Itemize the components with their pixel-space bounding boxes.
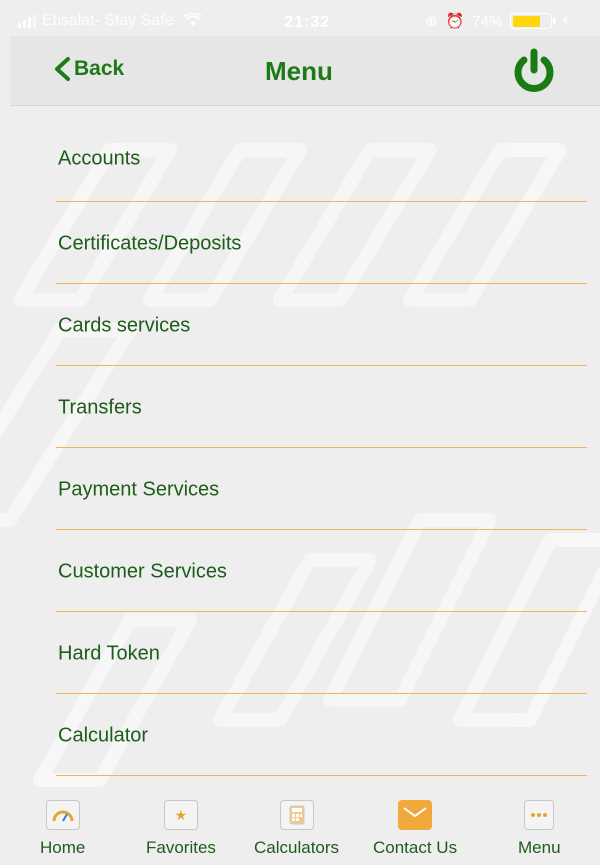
power-icon[interactable] — [510, 48, 558, 96]
battery-percent: 74% — [472, 12, 503, 30]
tab-home[interactable]: Home — [40, 800, 85, 858]
menu-item-label: Cards services — [58, 314, 191, 337]
menu-item-accounts[interactable]: Accounts — [10, 107, 600, 202]
menu-item-hard-token[interactable]: Hard Token — [10, 612, 600, 694]
more-dots-icon — [524, 800, 555, 830]
battery-level — [512, 15, 541, 27]
menu-item-certificates-deposits[interactable]: Certificates/Deposits — [10, 202, 600, 284]
menu-list: Accounts Certificates/Deposits Cards ser… — [10, 107, 600, 776]
menu-item-label: Calculator — [58, 724, 149, 747]
divider — [56, 775, 587, 776]
speedometer-icon — [45, 800, 80, 830]
menu-item-customer-services[interactable]: Customer Services — [10, 530, 600, 612]
menu-item-calculator[interactable]: Calculator — [10, 694, 600, 776]
menu-item-label: Accounts — [58, 147, 141, 170]
status-right: ⊕ ⏰ 74% ⚡ — [425, 12, 571, 31]
envelope-icon — [398, 800, 433, 830]
charging-icon: ⚡ — [560, 12, 571, 29]
tab-label: Menu — [518, 838, 561, 857]
menu-item-label: Payment Services — [58, 478, 220, 501]
back-label: Back — [74, 57, 125, 80]
tab-label: Home — [40, 838, 86, 857]
menu-item-label: Hard Token — [58, 642, 160, 665]
orientation-lock-icon: ⊕ — [425, 13, 438, 30]
menu-item-transfers[interactable]: Transfers — [10, 366, 600, 448]
menu-item-label: Certificates/Deposits — [58, 232, 242, 255]
tab-contact-us[interactable]: Contact Us — [373, 800, 457, 858]
status-time: 21:32 — [284, 12, 330, 31]
nav-header: Back Menu — [10, 36, 600, 106]
tab-menu[interactable]: Menu — [518, 800, 561, 858]
calculator-icon — [279, 800, 314, 830]
menu-item-label: Customer Services — [58, 560, 227, 583]
status-bar: Etisalat- Stay Safe 21:32 ⊕ ⏰ 74% ⚡ — [0, 0, 600, 44]
back-button[interactable]: Back — [52, 56, 124, 82]
wifi-icon — [183, 11, 202, 30]
tab-label: Favorites — [146, 838, 216, 857]
battery-icon — [510, 13, 557, 29]
chevron-left-icon — [55, 57, 70, 81]
tab-favorites[interactable]: ★ Favorites — [146, 800, 216, 858]
tab-bar: Home ★ Favorites Calculators Contact Us … — [10, 800, 600, 865]
menu-item-label: Transfers — [58, 396, 142, 419]
menu-item-cards-services[interactable]: Cards services — [10, 284, 600, 366]
menu-item-payment-services[interactable]: Payment Services — [10, 448, 600, 530]
page-title: Menu — [265, 56, 333, 86]
tab-calculators[interactable]: Calculators — [254, 800, 339, 858]
signal-icon — [18, 14, 36, 28]
tab-label: Calculators — [254, 838, 340, 857]
carrier-name: Etisalat- Stay Safe — [42, 12, 174, 29]
alarm-icon: ⏰ — [445, 13, 465, 30]
status-left: Etisalat- Stay Safe — [18, 11, 202, 30]
star-icon: ★ — [163, 800, 198, 830]
tab-label: Contact Us — [373, 838, 458, 857]
